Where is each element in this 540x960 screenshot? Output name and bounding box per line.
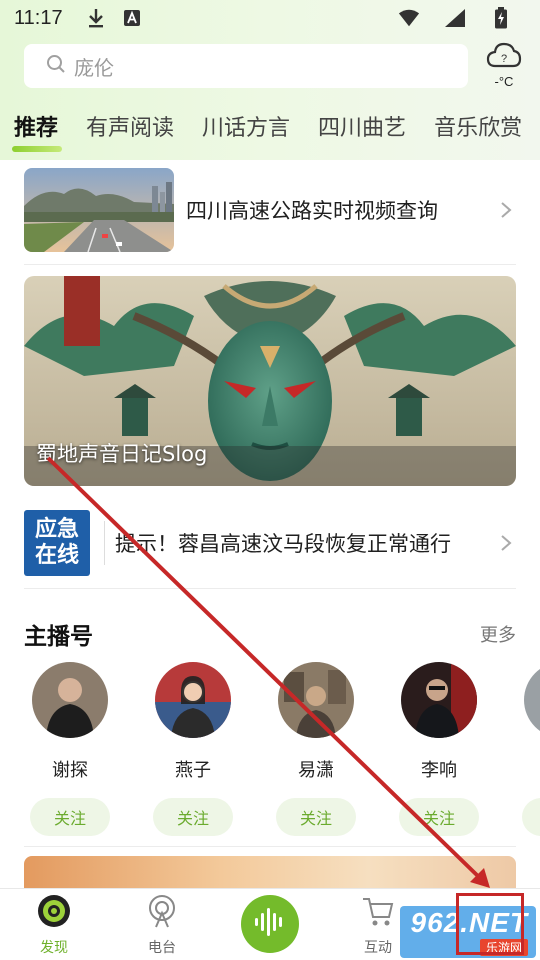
search-input[interactable]: 庞伦 <box>24 44 468 88</box>
search-placeholder: 庞伦 <box>74 55 114 80</box>
follow-button[interactable]: 关注 <box>153 798 233 836</box>
wifi-icon <box>398 7 420 29</box>
signal-icon <box>444 7 466 29</box>
banner-caption: 蜀地声音日记Slog <box>36 442 208 466</box>
tab-music[interactable]: 音乐欣赏 <box>434 106 522 142</box>
host-item[interactable]: 燕子 关注 <box>150 662 236 836</box>
avatar <box>155 662 231 738</box>
host-name: 燕子 <box>175 760 211 781</box>
audio-wave-icon <box>253 907 287 941</box>
radio-icon <box>144 893 180 933</box>
search-icon <box>46 54 66 78</box>
weather-widget[interactable]: ? -°C <box>480 40 528 96</box>
more-hosts-link[interactable]: 更多 <box>480 621 516 647</box>
download-icon <box>85 7 107 29</box>
tab-audio-reading[interactable]: 有声阅读 <box>86 106 174 142</box>
logo-line-2: 在线 <box>34 543 79 568</box>
battery-icon <box>490 7 512 29</box>
tab-discover-label: 发现 <box>40 940 68 956</box>
divider <box>24 264 516 265</box>
shopping-cart-icon <box>360 893 396 933</box>
hosts-list: 谢探 关注 燕子 关注 易潇 关注 李响 关注 <box>0 662 540 838</box>
highway-video-card[interactable]: 四川高速公路实时视频查询 <box>24 168 516 252</box>
hosts-section-header: 主播号 更多 <box>24 616 516 652</box>
cloud-weather-icon: ? <box>486 40 522 74</box>
svg-text:?: ? <box>501 53 507 65</box>
category-tabs: 推荐 有声阅读 川话方言 四川曲艺 音乐欣赏 <box>0 106 540 156</box>
logo-line-1: 应急 <box>34 517 79 542</box>
tab-radio[interactable]: 电台 <box>122 893 202 959</box>
host-item[interactable]: 易潇 关注 <box>273 662 359 836</box>
app-notification-icon <box>121 7 143 29</box>
tab-recommend[interactable]: 推荐 <box>11 106 63 152</box>
tab-discover[interactable]: 发现 <box>14 893 94 959</box>
emergency-online-logo: 应急 在线 <box>24 510 90 576</box>
host-item[interactable]: 李响 关注 <box>396 662 482 836</box>
center-play-button[interactable] <box>241 895 299 953</box>
highway-card-title: 四川高速公路实时视频查询 <box>186 199 438 223</box>
follow-button[interactable]: 关注 <box>30 798 110 836</box>
highway-thumbnail <box>24 168 174 252</box>
follow-button[interactable]: 关注 <box>399 798 479 836</box>
follow-button[interactable]: 关注 <box>276 798 356 836</box>
avatar <box>401 662 477 738</box>
status-time: 11:17 <box>14 6 63 29</box>
tab-interact-label: 互动 <box>364 940 392 956</box>
tab-sichuan-dialect[interactable]: 川话方言 <box>202 106 290 142</box>
chevron-right-icon <box>496 533 516 553</box>
tab-mine-highlight <box>456 893 524 955</box>
discover-icon <box>36 893 72 933</box>
divider <box>24 846 516 847</box>
divider <box>24 588 516 589</box>
featured-banner[interactable]: 蜀地声音日记Slog <box>24 276 516 486</box>
notice-card[interactable]: 应急 在线 提示！蓉昌高速汶马段恢复正常通行 <box>24 508 516 578</box>
avatar <box>278 662 354 738</box>
follow-button[interactable] <box>522 798 540 836</box>
hosts-section-title: 主播号 <box>24 624 93 650</box>
host-name: 易潇 <box>298 760 334 781</box>
notice-separator <box>104 521 105 565</box>
host-item[interactable]: 谢探 关注 <box>27 662 113 836</box>
weather-temperature: -°C <box>494 74 514 89</box>
avatar <box>524 662 540 738</box>
avatar <box>32 662 108 738</box>
host-name: 谢探 <box>52 760 88 781</box>
tab-sichuan-folk-art[interactable]: 四川曲艺 <box>318 106 406 142</box>
host-item-partial[interactable] <box>519 662 540 836</box>
chevron-right-icon <box>496 200 516 220</box>
notice-title: 提示！蓉昌高速汶马段恢复正常通行 <box>115 532 451 556</box>
tab-radio-label: 电台 <box>148 940 176 956</box>
host-name: 李响 <box>421 760 457 781</box>
status-bar: 11:17 <box>0 0 540 36</box>
